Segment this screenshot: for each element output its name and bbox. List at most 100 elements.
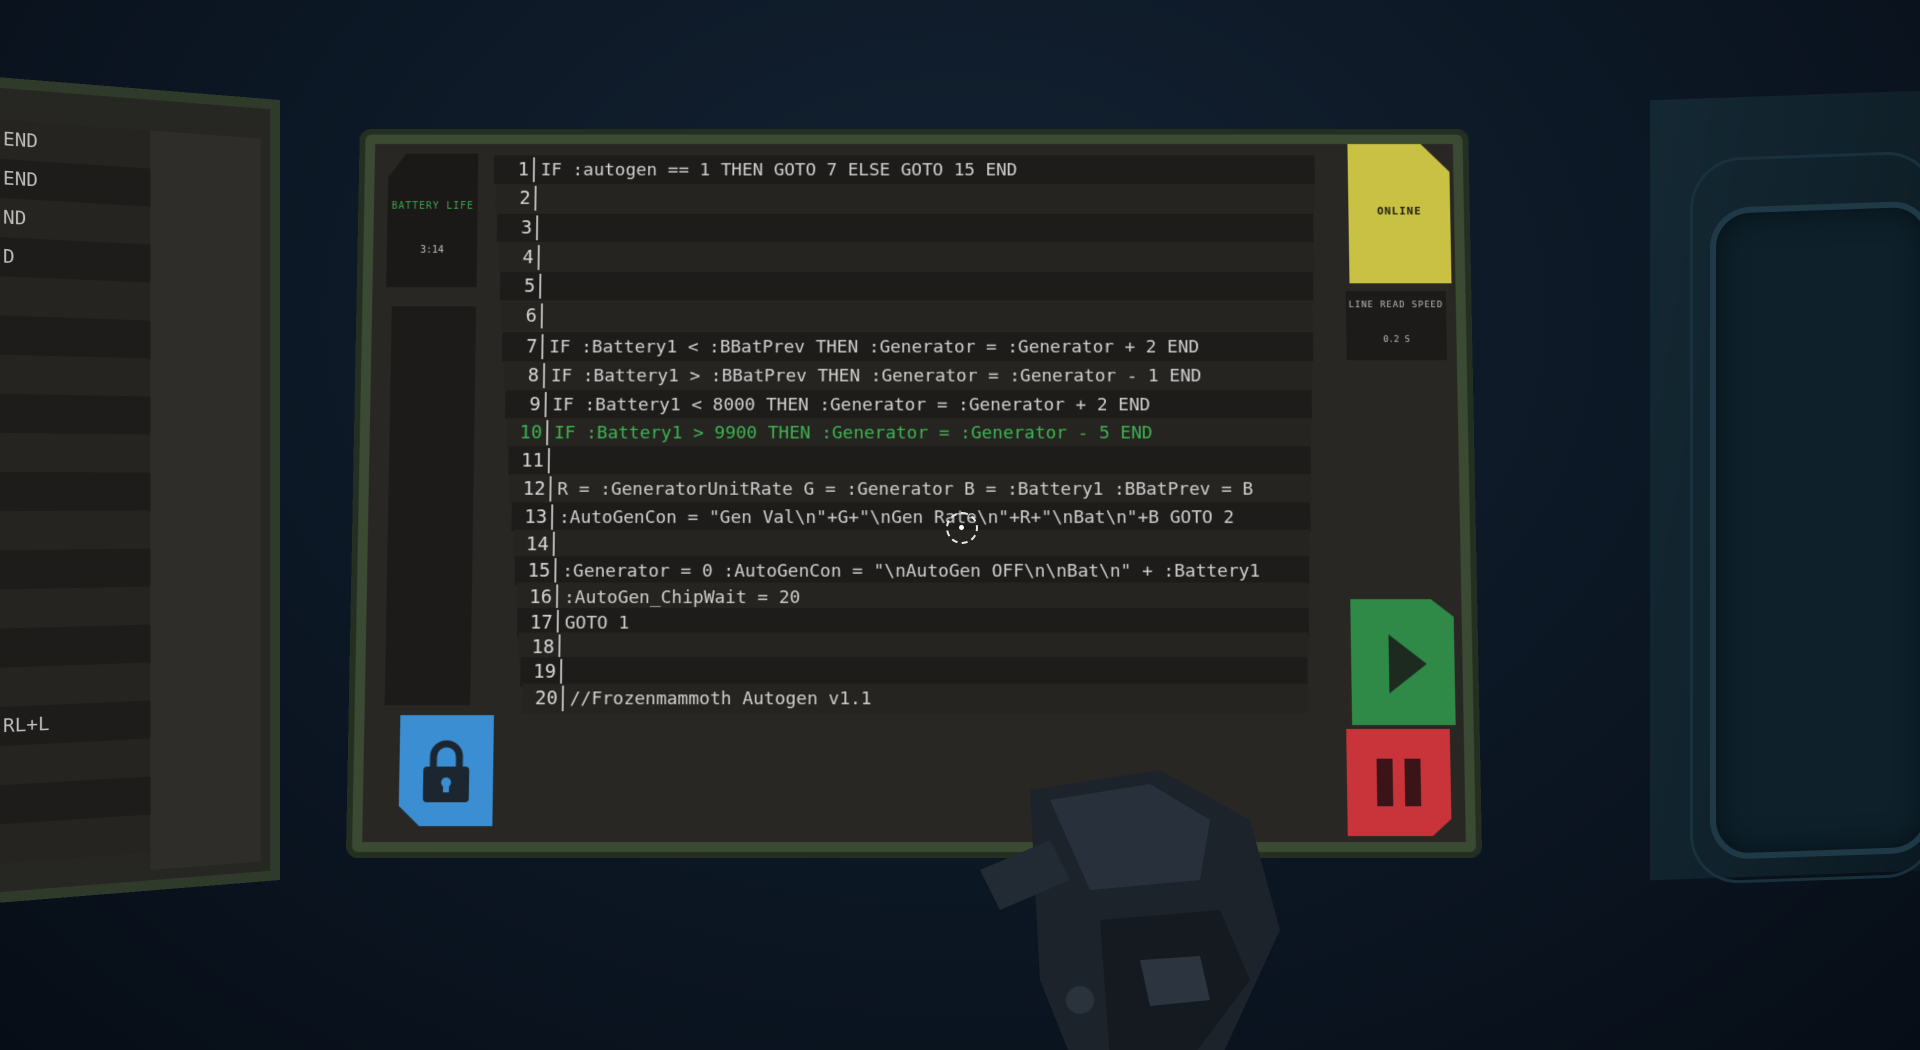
code-line[interactable]: 12 R = :GeneratorUnitRate G = :Generator … [509, 474, 1311, 504]
code-line[interactable]: 14 [512, 529, 1311, 560]
line-read-speed-panel: LINE READ SPEED 0.2 S [1345, 290, 1448, 361]
left-monitor-line [0, 392, 171, 435]
code-line[interactable]: 3 [496, 213, 1315, 243]
line-number: 5 [523, 275, 536, 297]
left-strip [384, 306, 477, 706]
line-cursor-bar [541, 334, 544, 360]
line-number: 8 [527, 365, 540, 387]
left-monitor-line [0, 548, 171, 591]
line-cursor-bar [560, 659, 563, 685]
pause-icon-bar [1404, 759, 1421, 807]
lock-icon [421, 739, 472, 804]
line-code-text[interactable]: IF :Battery1 < 8000 THEN :Generator = :G… [552, 394, 1150, 414]
online-status-label: ONLINE [1376, 204, 1422, 218]
line-cursor-bar [546, 420, 549, 446]
left-monitor-side-panel [150, 130, 261, 870]
right-column: ONLINE LINE READ SPEED 0.2 S [1344, 144, 1464, 836]
line-cursor-bar [555, 584, 559, 610]
play-button[interactable] [1350, 599, 1455, 725]
crosshair-dot [959, 525, 964, 530]
line-cursor-bar [540, 303, 543, 329]
line-code-text[interactable]: :AutoGen_ChipWait = 20 [564, 587, 801, 608]
line-cursor-bar [542, 363, 546, 389]
code-line[interactable]: 4 [498, 243, 1314, 272]
player-robot-hand [980, 770, 1280, 1050]
line-number: 16 [529, 586, 553, 608]
line-cursor-bar [550, 504, 554, 530]
line-number: 1 [517, 159, 530, 181]
left-monitor-line [0, 471, 171, 512]
line-cursor-bar [561, 685, 564, 712]
left-monitor-line [0, 353, 171, 397]
battery-life-panel: BATTERY LIFE 3:14 [386, 154, 478, 288]
left-monitor-line [0, 432, 171, 473]
code-line[interactable]: 20 //Frozenmammoth Autogen v1.1 [521, 683, 1308, 714]
line-read-speed-value: 0.2 S [1383, 335, 1410, 345]
line-code-text[interactable]: :Generator = 0 :AutoGenCon = "\nAutoGen … [562, 561, 1260, 582]
line-cursor-bar [537, 245, 540, 270]
line-number: 6 [525, 305, 538, 327]
code-line[interactable]: 9 IF :Battery1 < 8000 THEN :Generator = :… [505, 390, 1313, 420]
line-number: 4 [522, 246, 534, 268]
code-line[interactable]: 6 [501, 301, 1313, 331]
line-cursor-bar [552, 531, 555, 558]
line-cursor-bar [544, 392, 547, 418]
code-line[interactable]: 19 [520, 657, 1309, 687]
line-cursor-bar [547, 448, 551, 474]
line-number: 10 [519, 421, 543, 444]
play-icon [1389, 634, 1428, 693]
line-number: 11 [521, 450, 545, 472]
battery-life-value: 3:14 [420, 245, 444, 256]
line-code-text[interactable]: IF :Battery1 > 9900 THEN :Generator = :G… [554, 422, 1153, 442]
line-cursor-bar [535, 215, 539, 241]
code-line[interactable]: 7 IF :Battery1 < :BBatPrev THEN :Generato… [501, 332, 1313, 362]
left-monitor[interactable]: END END ND D RL+L [0, 73, 280, 907]
monitor-screen: BATTERY LIFE 3:14 1 IF :autogen == 1 THEN… [362, 144, 1466, 843]
line-cursor-bar [539, 273, 542, 299]
line-code-text[interactable]: //Frozenmammoth Autogen v1.1 [570, 688, 872, 709]
line-code-text[interactable]: :AutoGenCon = "Gen Val\n"+G+"\nGen Rate\… [559, 507, 1234, 527]
code-line[interactable]: 13 :AutoGenCon = "Gen Val\n"+G+"\nGen Rat… [511, 502, 1311, 532]
main-monitor[interactable]: BATTERY LIFE 3:14 1 IF :autogen == 1 THEN… [352, 134, 1476, 852]
code-line[interactable]: 2 [495, 183, 1315, 213]
line-number: 20 [534, 687, 558, 710]
battery-life-title: BATTERY LIFE [391, 201, 474, 212]
line-number: 3 [520, 217, 533, 239]
left-monitor-line [0, 314, 171, 360]
left-monitor-code: END END ND D RL+L [0, 116, 171, 867]
left-monitor-line [0, 586, 171, 630]
online-status-button[interactable]: ONLINE [1347, 144, 1451, 283]
line-number: 19 [533, 660, 557, 683]
line-cursor-bar [532, 157, 536, 183]
wall-panel-right [1650, 89, 1920, 885]
line-code-text[interactable]: GOTO 1 [565, 612, 630, 633]
left-monitor-line [0, 510, 171, 551]
game-scene: END END ND D RL+L BATTERY LIFE 3:14 1IF … [0, 0, 1920, 1050]
line-code-text[interactable]: IF :autogen == 1 THEN GOTO 7 ELSE GOTO 1… [541, 160, 1018, 180]
wall-panel-inset [1710, 200, 1920, 861]
code-line[interactable]: 5 [499, 271, 1314, 301]
line-read-speed-title: LINE READ SPEED [1348, 300, 1444, 311]
line-code-text[interactable]: IF :Battery1 < :BBatPrev THEN :Generator… [549, 337, 1199, 357]
line-number: 9 [529, 393, 541, 416]
line-number: 12 [522, 478, 546, 500]
code-line[interactable]: 10 IF :Battery1 > 9900 THEN :Generator = … [506, 418, 1312, 448]
code-line[interactable]: 15 :Generator = 0 :AutoGenCon = "\nAutoGe… [514, 556, 1310, 586]
line-code-text[interactable]: R = :GeneratorUnitRate G = :Generator B … [557, 479, 1253, 499]
crosshair-icon [946, 512, 978, 544]
line-number: 13 [524, 506, 548, 528]
line-number: 15 [527, 560, 551, 582]
line-number: 17 [529, 611, 553, 634]
line-number: 7 [526, 336, 538, 358]
line-cursor-bar [534, 185, 537, 211]
left-monitor-line [0, 274, 171, 322]
code-editor[interactable]: 1 IF :autogen == 1 THEN GOTO 7 ELSE GOTO … [484, 155, 1344, 836]
lock-button[interactable] [398, 715, 493, 826]
line-number: 18 [531, 636, 555, 659]
code-line[interactable]: 8 IF :Battery1 > :BBatPrev THEN :Generato… [503, 361, 1313, 391]
line-code-text[interactable]: IF :Battery1 > :BBatPrev THEN :Generator… [551, 365, 1202, 385]
line-cursor-bar [549, 476, 552, 502]
code-line[interactable]: 1 IF :autogen == 1 THEN GOTO 7 ELSE GOTO … [493, 155, 1315, 184]
line-number: 2 [519, 187, 531, 209]
code-line[interactable]: 11 [508, 446, 1312, 476]
